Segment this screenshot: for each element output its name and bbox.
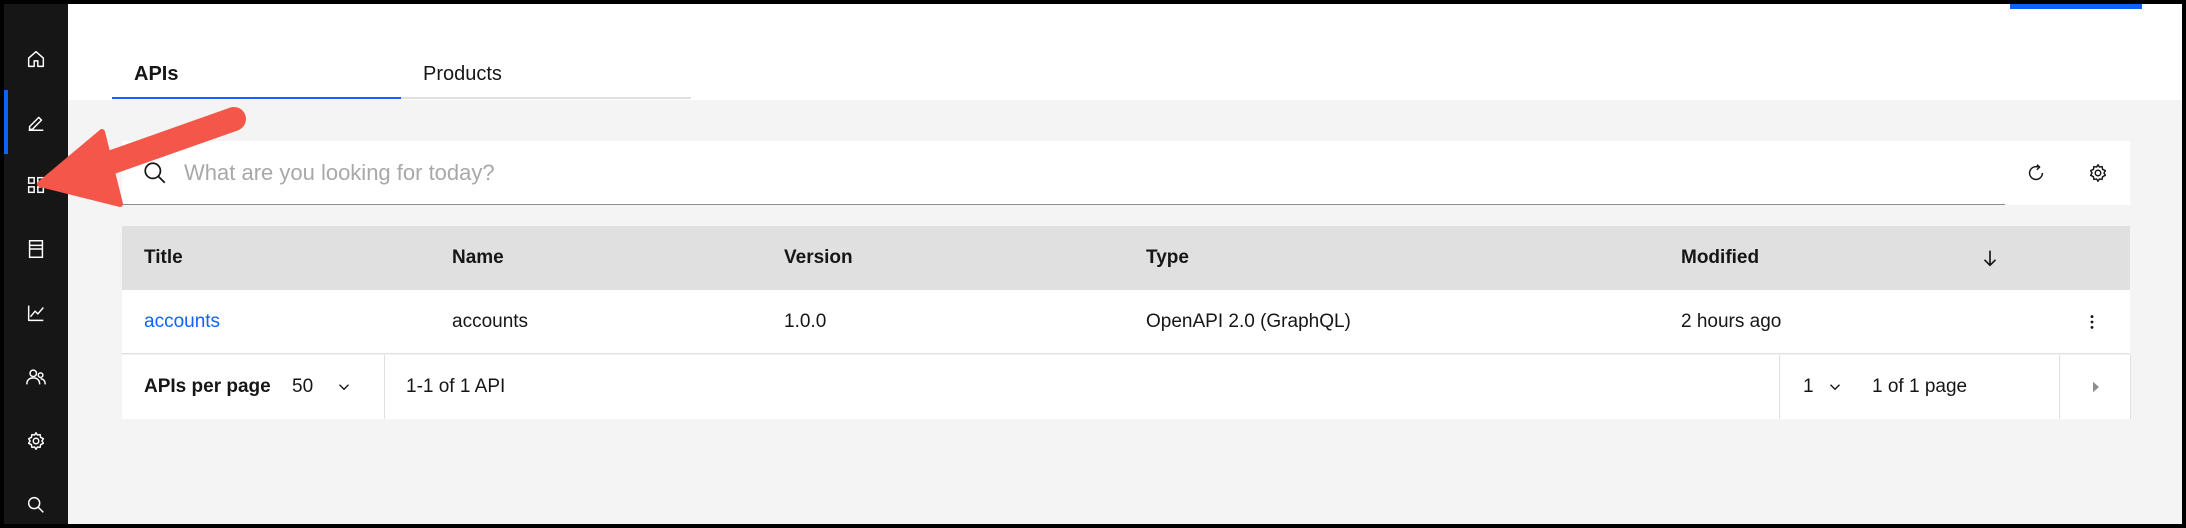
caret-right-icon [2092,381,2099,393]
row-overflow-menu-button[interactable] [2072,290,2112,354]
search-input[interactable] [184,141,1884,205]
table-row[interactable]: accounts accounts 1.0.0 OpenAPI 2.0 (Gra… [122,290,2130,354]
sort-descending-button[interactable] [1979,226,2001,290]
pager-divider [1779,355,1780,419]
pager-divider [384,355,385,419]
nav-catalog[interactable] [4,217,68,281]
gear-icon [2089,164,2107,182]
column-header-name[interactable]: Name [452,226,504,290]
page-number-value: 1 [1803,376,1814,397]
api-name: accounts [452,311,529,332]
column-header-version[interactable]: Version [784,226,853,290]
api-modified: 2 hours ago [1681,311,1782,332]
primary-action-edge[interactable] [2010,4,2142,9]
user-group-icon [26,369,46,385]
overflow-menu-vertical-icon [2090,315,2094,329]
column-header-title[interactable]: Title [144,226,183,290]
nav-home[interactable] [4,27,68,91]
table-header: Title Name Version Type Modified [122,226,2130,290]
next-page-button[interactable] [2061,355,2130,419]
pagination-bar: APIs per page 50 1-1 of 1 API 1 1 of 1 p… [122,355,2131,419]
chevron-down-icon [1829,384,1840,391]
gear-icon [27,432,45,450]
app-frame: APIs Products Title Name Version Type Mo… [4,4,2182,524]
home-icon [27,50,45,68]
page-number-select[interactable]: 1 [1803,355,1863,419]
tab-apis-underline [112,97,401,99]
pager-divider [2130,355,2131,419]
tab-apis-label: APIs [134,62,179,85]
chart-line-icon [27,305,44,322]
tab-apis[interactable]: APIs [112,49,401,99]
tab-products-label: Products [423,62,502,85]
items-per-page-label: APIs per page [144,376,271,397]
column-header-modified[interactable]: Modified [1681,226,1759,290]
item-range-text: 1-1 of 1 API [406,376,506,397]
nav-settings[interactable] [4,409,68,473]
tab-products[interactable]: Products [401,49,691,99]
search-icon [144,162,166,184]
search-icon [27,496,44,513]
items-per-page-value: 50 [292,376,314,397]
refresh-button[interactable] [2005,141,2067,205]
nav-develop[interactable] [4,90,68,154]
api-type: OpenAPI 2.0 (GraphQL) [1146,311,1351,332]
tab-products-underline [401,97,691,99]
arrow-down-icon [1983,250,1997,267]
api-title-link[interactable]: accounts [144,290,220,354]
side-nav-rail [4,4,68,524]
column-header-type[interactable]: Type [1146,226,1189,290]
nav-manage[interactable] [4,153,68,217]
table-settings-button[interactable] [2067,141,2129,205]
search-bar [122,141,2010,205]
edit-pencil-icon [28,116,44,131]
catalog-icon [28,240,44,258]
refresh-icon [2028,164,2044,181]
nav-analytics[interactable] [4,281,68,345]
page-total-text: 1 of 1 page [1872,376,1968,397]
nav-search[interactable] [4,473,68,524]
nav-members[interactable] [4,345,68,409]
grid-icon [27,176,45,194]
items-per-page-select[interactable]: 50 [292,355,392,419]
api-version: 1.0.0 [784,311,827,332]
chevron-down-icon [339,384,350,391]
